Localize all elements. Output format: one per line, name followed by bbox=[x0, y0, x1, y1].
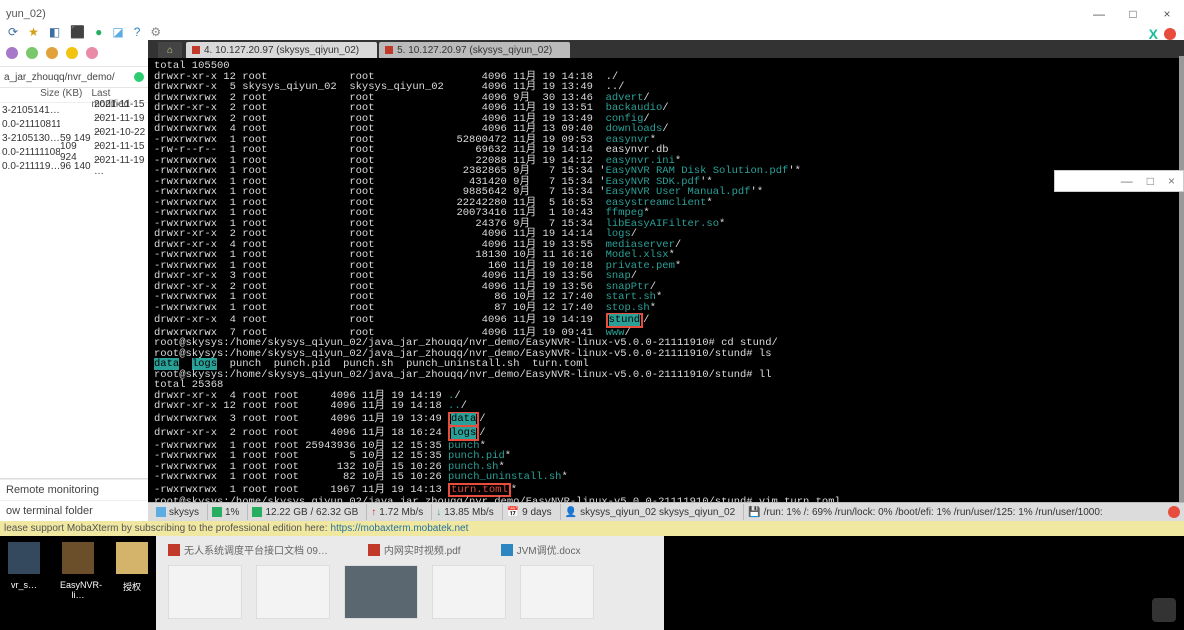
sftp-toolbar bbox=[0, 40, 148, 67]
session-tab-4[interactable]: 4. 10.127.20.97 (skysys_qiyun_02) bbox=[186, 42, 377, 58]
terminal-scrollbar[interactable] bbox=[1179, 56, 1184, 506]
bg-max[interactable]: □ bbox=[1147, 174, 1154, 188]
status-user: 👤skysys_qiyun_02 skysys_qiyun_02 bbox=[560, 504, 740, 520]
sftp-icon[interactable] bbox=[46, 47, 58, 59]
tool-icon[interactable]: ⟳ bbox=[8, 25, 18, 39]
bg-min[interactable]: — bbox=[1121, 174, 1133, 188]
sidebar-tab-follow[interactable]: ow terminal folder bbox=[0, 500, 148, 521]
status-bar: skysys 1% 12.22 GB / 62.32 GB ↑1.72 Mb/s… bbox=[148, 502, 1184, 521]
session-tab-5[interactable]: 5. 10.127.20.97 (skysys_qiyun_02) bbox=[379, 42, 570, 58]
recent-doc[interactable]: 无人系统调度平台接口文档 09… bbox=[168, 542, 328, 557]
sftp-icon[interactable] bbox=[26, 47, 38, 59]
doc-thumb[interactable] bbox=[344, 565, 418, 619]
exit-icon[interactable] bbox=[1164, 28, 1176, 40]
status-cpu: 1% bbox=[207, 504, 243, 520]
tool-icon[interactable]: ◧ bbox=[49, 25, 60, 39]
tool-icon[interactable]: ⚙ bbox=[150, 25, 161, 39]
tool-icon[interactable]: ? bbox=[134, 25, 141, 39]
window-title: yun_02) bbox=[0, 8, 46, 20]
tool-icon[interactable]: ◪ bbox=[112, 25, 123, 39]
sftp-icon[interactable] bbox=[86, 47, 98, 59]
sftp-icon[interactable] bbox=[66, 47, 78, 59]
home-tab[interactable]: ⌂ bbox=[158, 42, 182, 58]
desktop-icon[interactable]: vr_s… bbox=[6, 542, 42, 630]
desktop-icon[interactable]: EasyNVR-li… bbox=[60, 542, 96, 630]
doc-thumb[interactable] bbox=[256, 565, 330, 619]
recent-doc[interactable]: 内网实时视频.pdf bbox=[368, 542, 461, 557]
bg-close[interactable]: × bbox=[1168, 174, 1175, 188]
recent-panel: 无人系统调度平台接口文档 09… 内网实时视频.pdf JVM调优.docx bbox=[156, 536, 664, 630]
connected-icon bbox=[134, 72, 144, 82]
desktop-icon[interactable]: 授权 bbox=[114, 542, 150, 630]
sftp-sidebar: a_jar_zhouqq/nvr_demo/ Size (KB) Last mo… bbox=[0, 40, 149, 521]
desktop-area: vr_s… EasyNVR-li… 授权 无人系统调度平台接口文档 09… 内网… bbox=[0, 536, 1184, 630]
status-down: ↓13.85 Mb/s bbox=[431, 504, 497, 520]
recent-doc[interactable]: JVM调优.docx bbox=[501, 542, 581, 557]
doc-thumb[interactable] bbox=[520, 565, 594, 619]
status-host: skysys bbox=[152, 504, 203, 520]
tool-icon[interactable]: ⬛ bbox=[70, 25, 85, 39]
file-list: 3-2105141…2021-11-15 …0.0-211108112021-1… bbox=[0, 103, 148, 173]
doc-thumb[interactable] bbox=[432, 565, 506, 619]
sftp-path[interactable]: a_jar_zhouqq/nvr_demo/ bbox=[0, 67, 148, 88]
status-up: ↑1.72 Mb/s bbox=[366, 504, 427, 520]
session-tabs: ⌂ 4. 10.127.20.97 (skysys_qiyun_02) 5. 1… bbox=[148, 40, 1184, 58]
sftp-icon[interactable] bbox=[6, 47, 18, 59]
toolbar: ⟳ ★ ◧ ⬛ ● ◪ ? ⚙ bbox=[0, 24, 1184, 40]
promo-bar: lease support MobaXterm by subscribing t… bbox=[0, 521, 1184, 536]
status-uptime: 📅9 days bbox=[502, 504, 556, 520]
tool-icon[interactable]: ★ bbox=[28, 25, 39, 39]
tab-icon bbox=[192, 46, 200, 54]
status-mem: 12.22 GB / 62.32 GB bbox=[247, 504, 362, 520]
status-close-icon[interactable] bbox=[1168, 506, 1180, 518]
doc-thumb[interactable] bbox=[168, 565, 242, 619]
chat-bubble-icon[interactable] bbox=[1152, 598, 1176, 622]
tab-icon bbox=[385, 46, 393, 54]
tool-icon[interactable]: ● bbox=[95, 25, 102, 39]
background-window-controls: — □ × bbox=[1054, 170, 1184, 192]
promo-link[interactable]: https://mobaxterm.mobatek.net bbox=[331, 523, 469, 534]
terminal[interactable]: total 105500 drwxr-xr-x 12 root root 409… bbox=[148, 58, 1184, 510]
status-disks: 💾/run: 1% /: 69% /run/lock: 0% /boot/efi… bbox=[743, 504, 1107, 520]
file-row[interactable]: 0.0-211119…96 1402021-11-19 … bbox=[0, 159, 148, 173]
sidebar-tab-remote[interactable]: Remote monitoring bbox=[0, 479, 148, 500]
